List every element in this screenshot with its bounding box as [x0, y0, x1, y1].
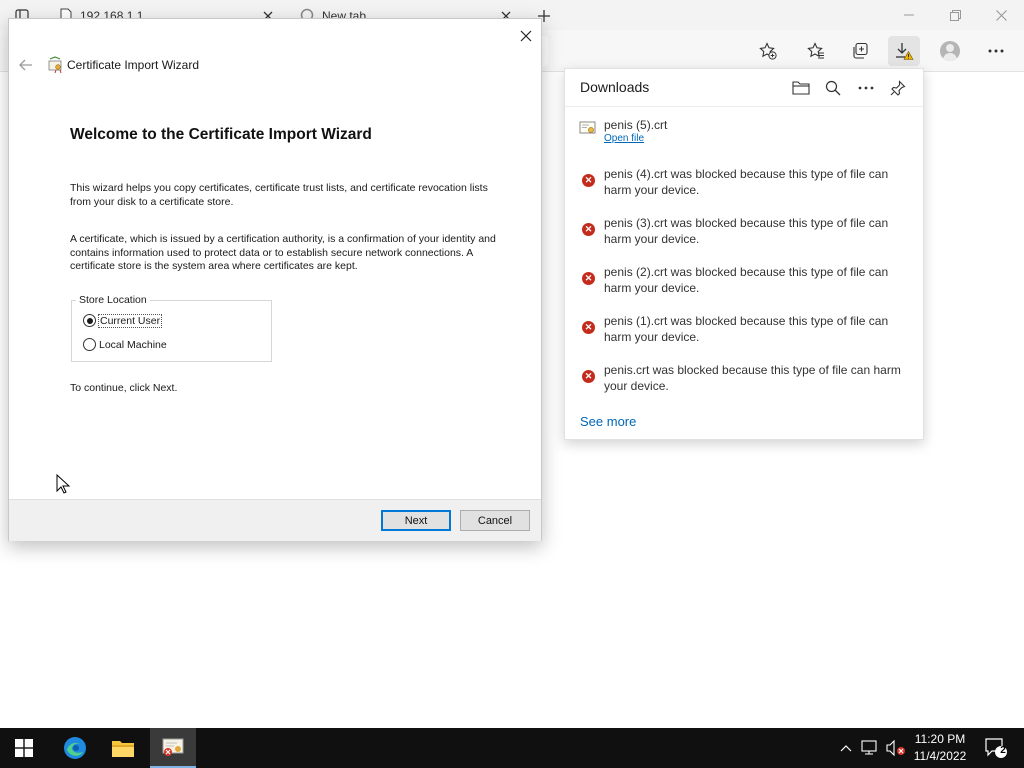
- pin-icon[interactable]: [886, 76, 910, 100]
- see-more-link[interactable]: See more: [580, 414, 636, 429]
- downloads-header: Downloads: [565, 69, 923, 107]
- certificate-file-icon: [579, 119, 597, 137]
- download-item[interactable]: ✕ penis (4).crt was blocked because this…: [579, 166, 919, 200]
- more-options-icon[interactable]: [854, 76, 878, 100]
- store-location-legend: Store Location: [76, 294, 150, 306]
- restore-button[interactable]: [932, 2, 978, 28]
- back-arrow-icon[interactable]: [15, 55, 37, 75]
- download-item[interactable]: ✕ penis.crt was blocked because this typ…: [579, 362, 919, 396]
- downloads-warning-icon[interactable]: [888, 36, 920, 66]
- radio-label: Current User: [97, 313, 163, 328]
- blocked-error-icon: ✕: [582, 321, 600, 339]
- collections-icon[interactable]: [844, 36, 876, 66]
- show-hidden-icons-chevron-icon[interactable]: [836, 728, 856, 768]
- window-close-button[interactable]: [978, 2, 1024, 28]
- open-file-link[interactable]: Open file: [604, 133, 644, 144]
- download-filename: penis (5).crt: [604, 118, 668, 132]
- radio-button[interactable]: [83, 338, 96, 351]
- downloads-panel: Downloads penis (5).crt Open file ✕ peni…: [564, 68, 924, 440]
- blocked-error-icon: ✕: [582, 272, 600, 290]
- volume-muted-icon[interactable]: [884, 728, 908, 768]
- certificate-app-icon[interactable]: [150, 728, 196, 768]
- clock-date: 11/4/2022: [913, 749, 967, 763]
- next-button[interactable]: Next: [381, 510, 451, 531]
- file-explorer-icon[interactable]: [100, 728, 146, 768]
- more-menu-icon[interactable]: [980, 36, 1012, 66]
- download-blocked-message: penis (4).crt was blocked because this t…: [604, 167, 889, 197]
- store-location-group: [71, 300, 272, 362]
- minimize-button[interactable]: [886, 2, 932, 28]
- taskbar: 11:20 PM 11/4/2022 2: [0, 728, 1024, 768]
- wizard-heading: Welcome to the Certificate Import Wizard: [70, 126, 372, 143]
- download-item[interactable]: ✕ penis (3).crt was blocked because this…: [579, 215, 919, 249]
- download-item[interactable]: penis (5).crt Open file: [579, 117, 919, 149]
- blocked-error-icon: ✕: [582, 370, 600, 388]
- download-blocked-message: penis (3).crt was blocked because this t…: [604, 216, 889, 246]
- system-clock[interactable]: 11:20 PM 11/4/2022: [908, 731, 972, 765]
- download-blocked-message: penis.crt was blocked because this type …: [604, 363, 901, 393]
- blocked-error-icon: ✕: [582, 223, 600, 241]
- radio-current-user[interactable]: Current User: [83, 313, 163, 328]
- radio-button[interactable]: [83, 314, 96, 327]
- profile-avatar[interactable]: [934, 36, 966, 66]
- edge-browser-icon[interactable]: [52, 728, 98, 768]
- favorites-icon[interactable]: [800, 36, 832, 66]
- wizard-description-text: A certificate, which is issued by a cert…: [70, 233, 496, 272]
- radio-local-machine[interactable]: Local Machine: [83, 338, 167, 351]
- mouse-cursor-icon: [56, 473, 71, 494]
- add-favorite-icon[interactable]: [752, 36, 784, 66]
- download-item[interactable]: ✕ penis (1).crt was blocked because this…: [579, 313, 919, 347]
- blocked-error-icon: ✕: [582, 174, 600, 192]
- windows-start-icon[interactable]: [0, 728, 48, 768]
- download-blocked-message: penis (2).crt was blocked because this t…: [604, 265, 889, 295]
- download-item[interactable]: ✕ penis (2).crt was blocked because this…: [579, 264, 919, 298]
- radio-label: Local Machine: [99, 338, 167, 351]
- wizard-footer: Next Cancel: [9, 499, 541, 541]
- search-icon[interactable]: [821, 76, 845, 100]
- continue-instruction: To continue, click Next.: [70, 382, 178, 394]
- close-button[interactable]: [513, 25, 539, 47]
- downloads-title: Downloads: [580, 79, 650, 95]
- wizard-intro-text: This wizard helps you copy certificates,…: [70, 182, 488, 208]
- folder-icon[interactable]: [789, 76, 813, 100]
- wizard-window-title: Certificate Import Wizard: [67, 58, 200, 72]
- notification-count-badge: 2: [1000, 745, 1006, 756]
- certificate-import-wizard: Certificate Import Wizard Welcome to the…: [8, 18, 542, 541]
- cancel-button[interactable]: Cancel: [460, 510, 530, 531]
- notifications-icon[interactable]: 2: [978, 728, 1014, 768]
- download-blocked-message: penis (1).crt was blocked because this t…: [604, 314, 889, 344]
- clock-time: 11:20 PM: [914, 732, 966, 746]
- network-icon[interactable]: [858, 728, 882, 768]
- certificate-wizard-icon: [47, 56, 65, 74]
